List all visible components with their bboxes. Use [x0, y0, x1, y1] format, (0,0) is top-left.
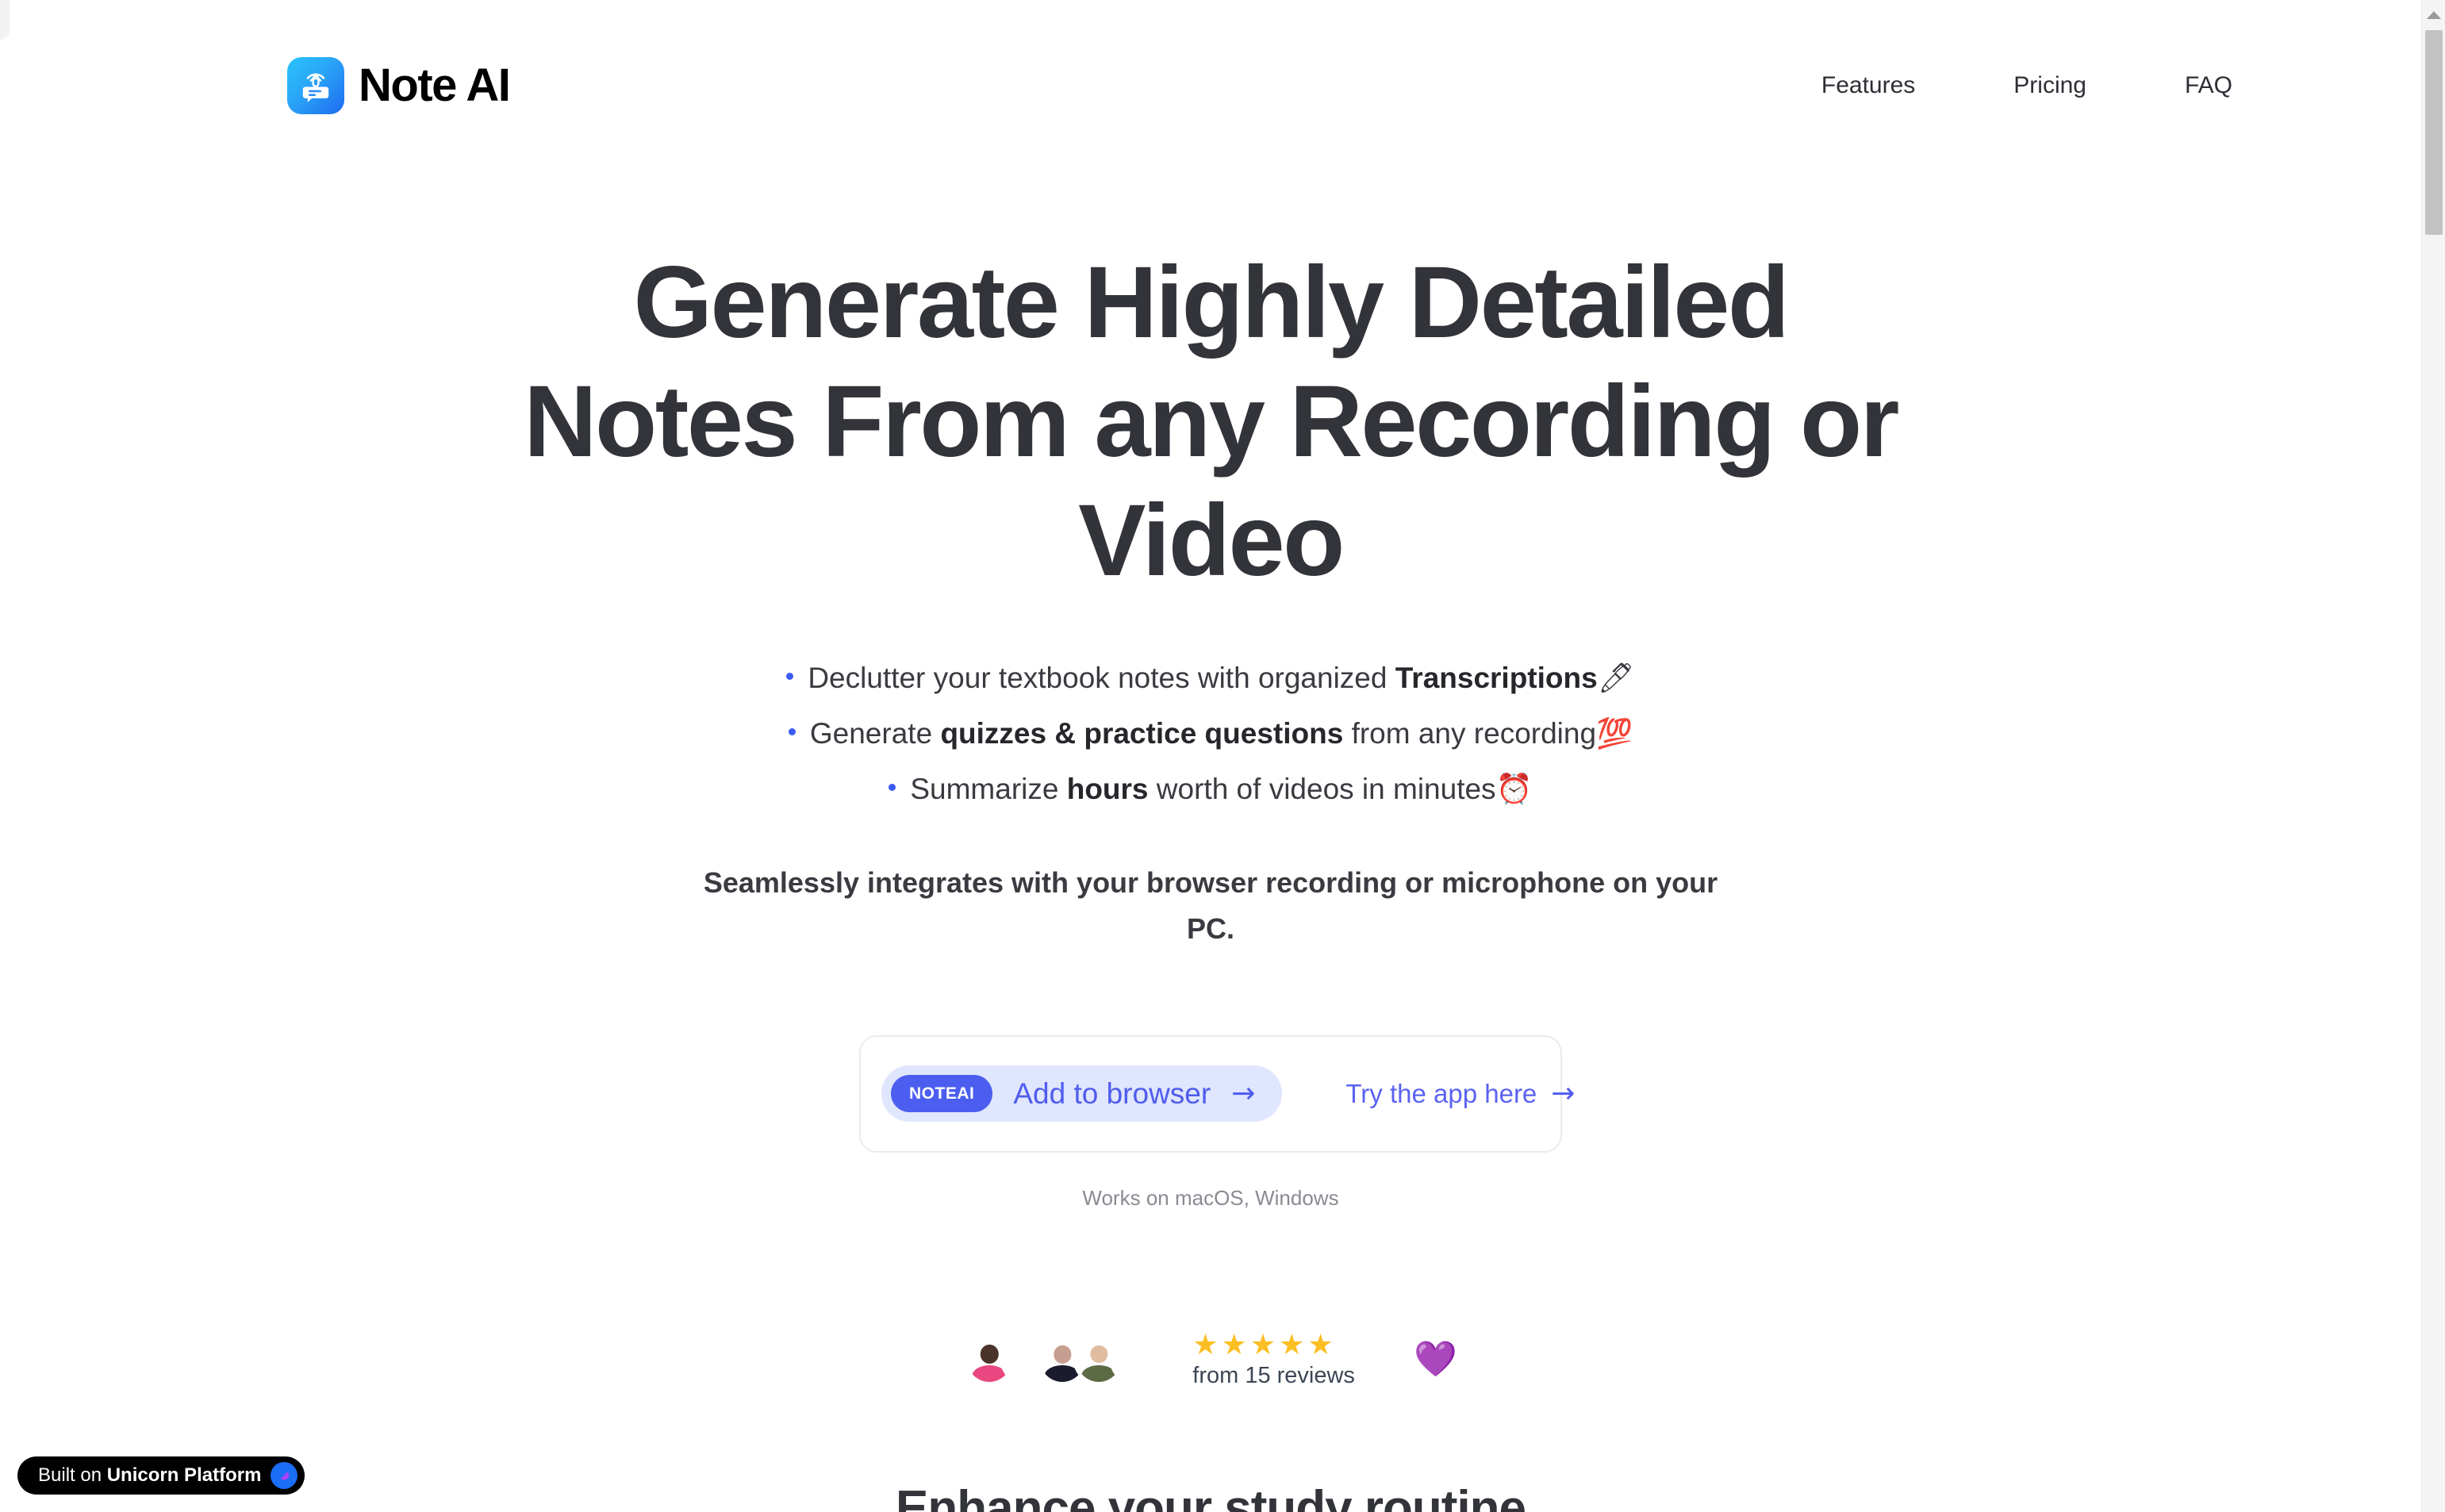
bullet-lead: Declutter your textbook notes with organ…: [808, 662, 1395, 695]
reviews-count-label: from 15 reviews: [1192, 1362, 1355, 1388]
feature-bullet-item: Generate quizzes & practice questions fr…: [788, 714, 1633, 754]
unicorn-badge-text: Built on Unicorn Platform: [38, 1466, 261, 1485]
bullet-lead: Summarize: [910, 773, 1067, 806]
add-to-browser-label: Add to browser: [1013, 1076, 1211, 1110]
bullet-dot-icon: [889, 784, 896, 792]
site-header: Note AI Features Pricing FAQ: [0, 0, 2421, 171]
star-rating: ★ ★ ★ ★ ★: [1192, 1328, 1355, 1361]
hero-section: Generate Highly Detailed Notes From any …: [0, 171, 2421, 1389]
feature-bullet-list: Declutter your textbook notes with organ…: [786, 658, 1635, 809]
page-scrollbar[interactable]: [2421, 0, 2445, 1512]
try-the-app-label: Try the app here: [1345, 1078, 1537, 1108]
bullet-dot-icon: [788, 728, 796, 736]
brand-name: Note AI: [359, 59, 511, 111]
bullet-tail: from any recording: [1343, 717, 1597, 750]
built-on-unicorn-platform-badge[interactable]: Built on Unicorn Platform: [17, 1456, 305, 1495]
noteai-badge: NOTEAI: [891, 1075, 993, 1113]
main-nav: Features Pricing FAQ: [1821, 72, 2336, 99]
bullet-strong: hours: [1066, 773, 1149, 806]
avatar-group: [964, 1334, 1161, 1386]
bullet-strong: quizzes & practice questions: [940, 717, 1344, 750]
nav-item-pricing[interactable]: Pricing: [2013, 72, 2086, 99]
nav-item-faq[interactable]: FAQ: [2185, 72, 2232, 99]
pen-emoji-icon: 🖊: [1597, 661, 1635, 696]
feature-bullet-item: Declutter your textbook notes with organ…: [786, 658, 1635, 698]
avatar: [1110, 1334, 1161, 1386]
brand-logo-link[interactable]: Note AI: [287, 56, 511, 114]
star-icon: ★: [1192, 1328, 1219, 1361]
cta-card: NOTEAI Add to browser → Try the app here…: [859, 1034, 1575, 1153]
scroll-up-arrow-icon[interactable]: [2426, 11, 2441, 19]
star-icon: ★: [1307, 1328, 1334, 1361]
unicorn-droplet-icon: [271, 1462, 298, 1489]
feature-bullet-item: Summarize hours worth of videos in minut…: [889, 769, 1533, 809]
try-the-app-link[interactable]: Try the app here →: [1345, 1079, 1575, 1109]
bullet-tail: worth of videos in minutes: [1148, 773, 1496, 806]
bullet-lead: Generate: [809, 717, 941, 750]
arrow-right-icon: →: [1551, 1076, 1576, 1110]
platform-support-note: Works on macOS, Windows: [1082, 1185, 1339, 1210]
social-proof: ★ ★ ★ ★ ★ from 15 reviews 💜: [964, 1328, 1457, 1389]
unicorn-badge-prefix: Built on: [38, 1464, 107, 1486]
microphone-speech-bubble-icon: [287, 56, 344, 114]
rating-block: ★ ★ ★ ★ ★ from 15 reviews: [1192, 1328, 1355, 1389]
star-icon: ★: [1279, 1328, 1305, 1361]
unicorn-badge-platform: Unicorn Platform: [106, 1464, 262, 1486]
page-root: Note AI Features Pricing FAQ Generate Hi…: [0, 0, 2445, 1512]
arrow-right-icon: →: [1231, 1076, 1256, 1110]
bullet-text: Summarize hours worth of videos in minut…: [910, 769, 1532, 809]
purple-heart-emoji-icon: 💜: [1413, 1339, 1457, 1380]
bullet-dot-icon: [786, 673, 794, 681]
bullet-strong: Transcriptions: [1395, 662, 1598, 695]
scrollbar-thumb[interactable]: [2425, 30, 2443, 235]
next-section-heading: Enhance your study routine: [896, 1481, 1526, 1512]
hundred-points-emoji-icon: 💯: [1596, 716, 1633, 751]
nav-item-features[interactable]: Features: [1821, 72, 1915, 99]
page-title: Generate Highly Detailed Notes From any …: [524, 246, 1899, 597]
star-icon: ★: [1221, 1328, 1247, 1361]
star-icon: ★: [1249, 1328, 1276, 1361]
bullet-text: Declutter your textbook notes with organ…: [808, 658, 1634, 698]
alarm-clock-emoji-icon: ⏰: [1495, 772, 1533, 807]
bullet-text: Generate quizzes & practice questions fr…: [810, 714, 1633, 754]
add-to-browser-button[interactable]: NOTEAI Add to browser →: [881, 1065, 1283, 1122]
hero-subheading: Seamlessly integrates with your browser …: [703, 866, 1718, 946]
